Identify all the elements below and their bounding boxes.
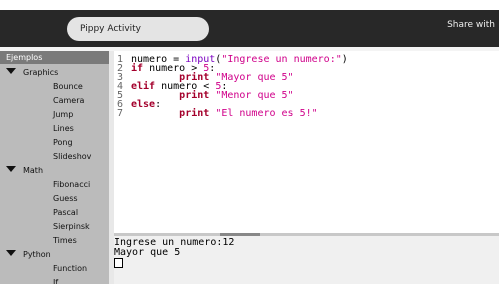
sidebar-item-label: Camera [53,96,85,105]
sidebar-example-item[interactable]: Slideshov [53,148,91,165]
code-line: 7 print "El numero es 5!" [114,108,318,119]
code-token: print [179,108,210,119]
code-token: "El numero es 5!" [215,108,318,119]
sidebar-item-label: Fibonacci [53,180,91,189]
sidebar-item-label: Lines [53,124,74,133]
sidebar-item-label: Times [53,236,77,245]
share-with-button[interactable]: Share with [447,20,495,30]
line-number: 7 [116,108,123,119]
console-line: Mayor que 5 [114,247,181,258]
code-token: "Ingrese un numero:" [221,54,342,65]
code-editor[interactable]: 1 numero = input("Ingrese un numero:") 2 if… [114,51,499,233]
sidebar-category[interactable]: Python [6,246,51,263]
sidebar-item-label: Python [23,250,51,259]
sidebar-item-label: Jump [53,110,74,119]
sidebar-item-label: Graphics [23,68,59,77]
expand-triangle-icon[interactable] [6,166,16,172]
console-cursor [114,258,123,268]
sidebar-item-label: Pascal [53,208,79,217]
code-token: print [179,90,210,101]
sidebar-example-item[interactable]: Times [53,232,77,249]
expand-triangle-icon[interactable] [6,68,16,74]
sidebar-item-label: Slideshov [53,152,92,161]
code-token: ) [341,54,348,65]
examples-sidebar: Ejemplos Graphics Bounce Camera Jump Lines Po… [0,51,109,284]
sidebar-item-label: Math [23,166,44,175]
expand-triangle-icon[interactable] [6,250,16,256]
output-console[interactable]: Ingrese un numero:12 Mayor que 5 [114,236,499,284]
sidebar-category[interactable]: Math [6,162,43,179]
sidebar-item-label: Guess [53,194,78,203]
examples-header: Ejemplos [0,51,109,64]
sidebar-item-label: Bounce [53,82,83,91]
sidebar-item-label: Function [53,264,88,273]
sidebar-example-item[interactable]: If [53,274,58,284]
activity-title-field[interactable]: Pippy Activity [67,17,209,41]
sidebar-item-label: Pong [53,138,73,147]
code-token: "Menor que 5" [215,90,294,101]
sidebar-item-label: If [53,278,59,284]
top-margin [0,0,499,10]
sidebar-item-label: Sierpinsk [53,222,90,231]
sidebar-category[interactable]: Graphics [6,64,58,81]
